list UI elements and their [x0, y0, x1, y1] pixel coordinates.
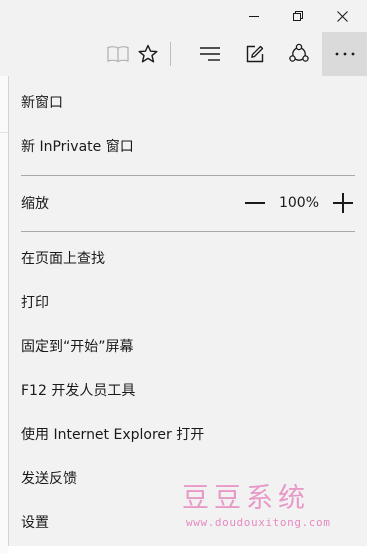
menu-item-label: 固定到“开始”屏幕: [21, 339, 134, 355]
zoom-in-button[interactable]: [331, 191, 355, 215]
menu-item-zoom: 缩放 100%: [9, 181, 367, 225]
zoom-label: 缩放: [21, 196, 49, 212]
close-icon: [336, 10, 348, 22]
menu-item-new-inprivate-window[interactable]: 新 InPrivate 窗口: [9, 124, 367, 168]
menu-item-label: 设置: [21, 515, 49, 531]
browser-toolbar: [0, 32, 367, 76]
zoom-value: 100%: [278, 195, 320, 211]
watermark-title: 豆豆系统: [182, 483, 310, 514]
menu-item-new-window[interactable]: 新窗口: [9, 80, 367, 124]
minimize-icon: [249, 15, 259, 17]
menu-item-label: F12 开发人员工具: [21, 383, 136, 399]
menu-item-label: 打印: [21, 295, 49, 311]
window-bottom-edge: [8, 546, 367, 554]
minus-icon: [245, 202, 265, 204]
share-icon: [289, 43, 309, 62]
restore-icon: [293, 11, 303, 21]
web-note-icon: [246, 45, 264, 63]
web-note-button[interactable]: [233, 32, 277, 76]
page-divider: [0, 132, 8, 133]
page-content-edge: [0, 76, 8, 554]
hub-icon: [200, 47, 220, 61]
menu-item-label: 新窗口: [21, 95, 63, 111]
menu-item-print[interactable]: 打印: [9, 280, 367, 324]
menu-divider: [21, 175, 355, 176]
restore-button[interactable]: [276, 0, 320, 32]
more-actions-icon: [335, 52, 354, 56]
toolbar-separator: [170, 42, 171, 66]
close-button[interactable]: [320, 0, 364, 32]
menu-item-pin-to-start[interactable]: 固定到“开始”屏幕: [9, 324, 367, 368]
hub-button[interactable]: [188, 32, 232, 76]
add-favorite-button[interactable]: [126, 32, 170, 76]
menu-item-label: 新 InPrivate 窗口: [21, 139, 134, 155]
minimize-button[interactable]: [232, 0, 276, 32]
watermark-url: www.doudouxitong.com: [186, 516, 331, 529]
more-actions-button[interactable]: [322, 32, 367, 76]
zoom-out-button[interactable]: [243, 191, 267, 215]
favorite-star-icon: [138, 44, 158, 63]
menu-item-developer-tools[interactable]: F12 开发人员工具: [9, 368, 367, 412]
share-button[interactable]: [277, 32, 321, 76]
title-bar: [0, 0, 367, 32]
menu-item-label: 发送反馈: [21, 471, 77, 487]
menu-item-label: 使用 Internet Explorer 打开: [21, 427, 205, 443]
menu-item-find-on-page[interactable]: 在页面上查找: [9, 236, 367, 280]
menu-item-label: 在页面上查找: [21, 251, 105, 267]
menu-item-open-with-ie[interactable]: 使用 Internet Explorer 打开: [9, 412, 367, 456]
zoom-controls: 100%: [243, 181, 355, 225]
menu-divider: [21, 231, 355, 232]
